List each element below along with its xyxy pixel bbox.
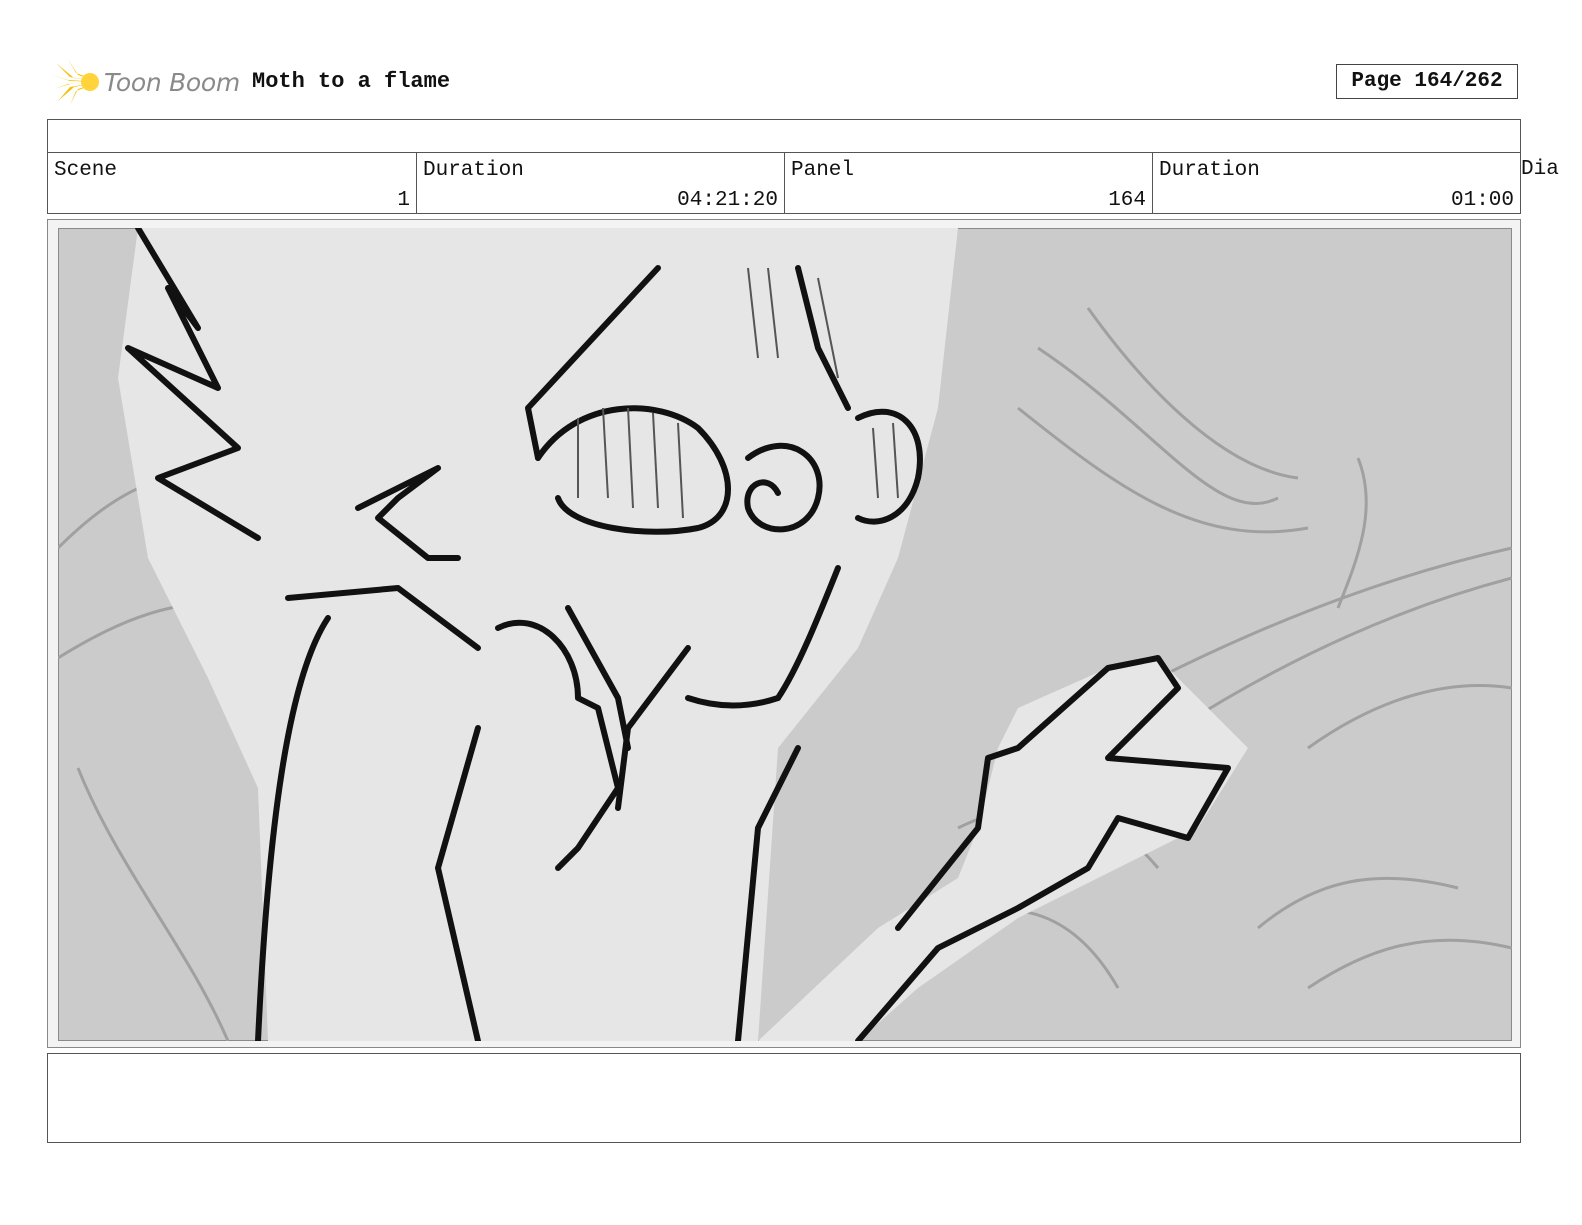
dialogue-label-truncated: Dia — [1521, 158, 1559, 181]
header-strip — [47, 119, 1521, 153]
panel-duration-cell: Duration 01:00 — [1152, 153, 1520, 213]
starburst-icon — [52, 59, 100, 105]
project-title: Moth to a flame — [252, 69, 451, 94]
toon-boom-logo: Toon Boom — [52, 57, 240, 107]
page-indicator: Page 164/262 — [1336, 64, 1518, 99]
panel-duration-label: Duration — [1159, 159, 1260, 182]
panel-info-row: Scene 1 Duration 04:21:20 Panel 164 Dura… — [47, 152, 1521, 214]
panel-value: 164 — [1108, 189, 1146, 212]
storyboard-sketch-image — [58, 228, 1512, 1041]
panel-duration-value: 01:00 — [1450, 189, 1514, 212]
panel-label: Panel — [791, 159, 855, 182]
scene-value: 1 — [397, 189, 410, 212]
scene-duration-cell: Duration 04:21:20 — [416, 153, 784, 213]
scene-label: Scene — [54, 159, 118, 182]
scene-duration-label: Duration — [423, 159, 524, 182]
scene-duration-value: 04:21:20 — [677, 189, 778, 212]
storyboard-panel — [47, 219, 1521, 1048]
panel-cell: Panel 164 — [784, 153, 1152, 213]
scene-cell: Scene 1 — [48, 153, 416, 213]
dialogue-notes-box — [47, 1053, 1521, 1143]
logo-text: Toon Boom — [104, 67, 240, 97]
